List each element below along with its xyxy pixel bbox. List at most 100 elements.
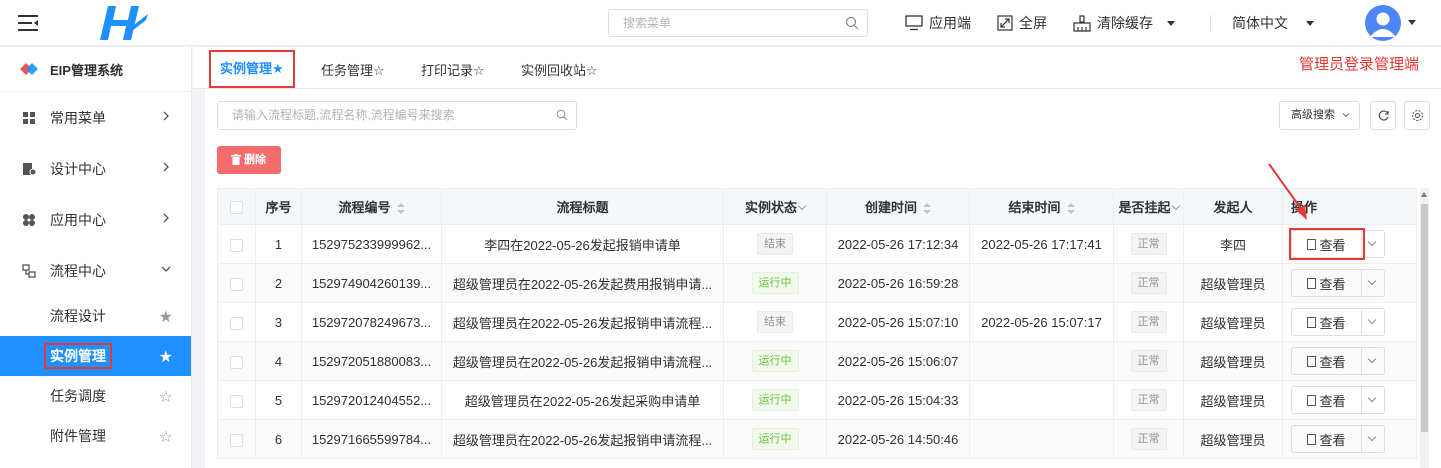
- sort-icon[interactable]: [1066, 202, 1075, 215]
- user-menu-chevron-icon[interactable]: [1408, 20, 1416, 25]
- view-button[interactable]: 查看: [1292, 270, 1362, 296]
- view-button[interactable]: 查看: [1292, 387, 1362, 413]
- tab-instance-recycle-bin[interactable]: 实例回收站☆: [521, 47, 598, 89]
- row-suspended-cell: 正常: [1113, 302, 1184, 342]
- row-actions: 查看: [1282, 224, 1417, 264]
- sidebar-subitem-task-scheduling[interactable]: 任务调度 ☆: [0, 376, 191, 416]
- row-title: 超级管理员在2022-05-26发起报销申请流程...: [441, 341, 724, 381]
- column-header-label: 流程编号: [338, 200, 391, 215]
- column-header-created[interactable]: 创建时间: [826, 188, 970, 225]
- menu-search-input[interactable]: 搜索菜单: [608, 9, 868, 37]
- sidebar-subitem-flow-design[interactable]: 流程设计 ★: [0, 296, 191, 336]
- document-icon: [1307, 394, 1317, 406]
- more-actions-dropdown[interactable]: [1362, 270, 1384, 296]
- vertical-scrollbar[interactable]: [1420, 188, 1429, 468]
- sidebar-item-design-center[interactable]: 设计中心: [0, 143, 191, 194]
- tab-print-records[interactable]: 打印记录☆: [421, 47, 485, 89]
- row-select-cell: [217, 380, 256, 420]
- search-icon[interactable]: [556, 109, 568, 121]
- menu-collapse-icon[interactable]: [18, 13, 40, 33]
- column-header-status[interactable]: 实例状态: [723, 188, 827, 225]
- star-outline-icon[interactable]: ☆: [159, 387, 173, 407]
- row-checkbox[interactable]: [230, 277, 243, 291]
- more-actions-dropdown[interactable]: [1362, 231, 1384, 257]
- grid-icon: [23, 111, 35, 124]
- view-button[interactable]: 查看: [1292, 309, 1362, 335]
- row-select-cell: [217, 224, 256, 264]
- search-icon[interactable]: [845, 16, 859, 30]
- row-checkbox[interactable]: [230, 394, 243, 408]
- row-select-cell: [217, 419, 256, 459]
- row-checkbox[interactable]: [230, 238, 243, 252]
- row-initiator: 超级管理员: [1183, 380, 1283, 420]
- column-header-code[interactable]: 流程编号: [301, 188, 442, 225]
- sidebar-item-app-center[interactable]: 应用中心: [0, 194, 191, 245]
- column-header-suspended[interactable]: 是否挂起: [1113, 188, 1184, 225]
- row-code: 152974904260139...: [301, 263, 442, 303]
- select-all-checkbox[interactable]: [230, 201, 243, 215]
- tab-instance-management[interactable]: 实例管理★: [209, 50, 295, 91]
- sidebar-item-common-menu[interactable]: 常用菜单: [0, 92, 191, 143]
- filter-icon[interactable]: [1171, 201, 1180, 211]
- filter-icon[interactable]: [797, 201, 807, 211]
- row-checkbox[interactable]: [230, 433, 243, 447]
- row-status-cell: 结束: [723, 302, 827, 342]
- sort-icon[interactable]: [396, 202, 405, 215]
- view-button[interactable]: 查看: [1289, 228, 1365, 260]
- instance-search-input[interactable]: 请输入流程标题,流程名称,流程编号来搜索: [217, 101, 577, 130]
- table-row[interactable]: 1 152975233999962... 李四在2022-05-26发起报销申请单 结…: [217, 224, 1417, 264]
- row-no: 4: [255, 341, 302, 381]
- row-no: 6: [255, 419, 302, 459]
- status-badge: 运行中: [751, 272, 799, 294]
- table-row[interactable]: 3 152972078249673... 超级管理员在2022-05-26发起报销申…: [217, 302, 1417, 342]
- column-header-ended[interactable]: 结束时间: [969, 188, 1114, 225]
- sidebar-subitem-instance-management[interactable]: 实例管理 ★: [0, 336, 191, 376]
- row-initiator: 李四: [1183, 224, 1283, 264]
- star-filled-icon[interactable]: ★: [159, 347, 173, 367]
- sidebar-item-label: 流程中心: [50, 262, 106, 279]
- row-created: 2022-05-26 15:04:33: [826, 380, 970, 420]
- star-outline-icon[interactable]: ☆: [159, 427, 173, 447]
- suspended-badge: 正常: [1130, 350, 1167, 372]
- scrollbar-thumb[interactable]: [1421, 204, 1428, 432]
- table-row[interactable]: 4 152972051880083... 超级管理员在2022-05-26发起报销申…: [217, 341, 1417, 381]
- column-header-label: 创建时间: [864, 200, 917, 215]
- star-filled-icon[interactable]: ★: [159, 307, 173, 327]
- clear-cache-label: 清除缓存: [1097, 15, 1153, 31]
- language-select[interactable]: 简体中文: [1232, 0, 1314, 46]
- settings-button[interactable]: [1404, 101, 1430, 130]
- document-icon: [1307, 277, 1317, 289]
- column-header-title: 流程标题: [441, 188, 724, 225]
- more-actions-dropdown[interactable]: [1362, 426, 1384, 452]
- instance-search-placeholder: 请输入流程标题,流程名称,流程编号来搜索: [232, 108, 455, 122]
- delete-button[interactable]: 删除: [217, 146, 281, 174]
- row-checkbox[interactable]: [230, 316, 243, 330]
- avatar[interactable]: [1365, 5, 1401, 41]
- clear-cache-button[interactable]: 清除缓存: [1073, 0, 1175, 46]
- sort-icon[interactable]: [923, 202, 931, 215]
- table-row[interactable]: 5 152972012404552... 超级管理员在2022-05-26发起采购申…: [217, 380, 1417, 420]
- status-badge: 结束: [757, 311, 793, 333]
- select-all-header: [217, 188, 256, 225]
- menu-search-placeholder: 搜索菜单: [623, 16, 672, 30]
- more-actions-dropdown[interactable]: [1362, 309, 1384, 335]
- refresh-button[interactable]: [1370, 101, 1396, 130]
- fullscreen-button[interactable]: 全屏: [997, 0, 1047, 46]
- column-header-label: 是否挂起: [1118, 200, 1171, 215]
- row-ended: 2022-05-26 17:17:41: [969, 224, 1114, 264]
- sidebar-item-flow-center[interactable]: 流程中心: [0, 245, 191, 296]
- app-end-button[interactable]: 应用端: [905, 0, 971, 46]
- table-row[interactable]: 6 152971665599784... 超级管理员在2022-05-26发起报销申…: [217, 419, 1417, 459]
- table-row[interactable]: 2 152974904260139... 超级管理员在2022-05-26发起费用报…: [217, 263, 1417, 303]
- advanced-search-button[interactable]: 高级搜索: [1279, 101, 1360, 130]
- tab-task-management[interactable]: 任务管理☆: [321, 47, 385, 89]
- row-created: 2022-05-26 15:07:10: [826, 302, 970, 342]
- more-actions-dropdown[interactable]: [1362, 348, 1384, 374]
- view-button[interactable]: 查看: [1292, 426, 1362, 452]
- row-checkbox[interactable]: [230, 355, 243, 369]
- sidebar-subitem-attachment-management[interactable]: 附件管理 ☆: [0, 416, 191, 456]
- row-suspended-cell: 正常: [1113, 224, 1184, 264]
- more-actions-dropdown[interactable]: [1362, 387, 1384, 413]
- view-button[interactable]: 查看: [1292, 348, 1362, 374]
- scroll-up-arrow-icon[interactable]: [1421, 192, 1427, 197]
